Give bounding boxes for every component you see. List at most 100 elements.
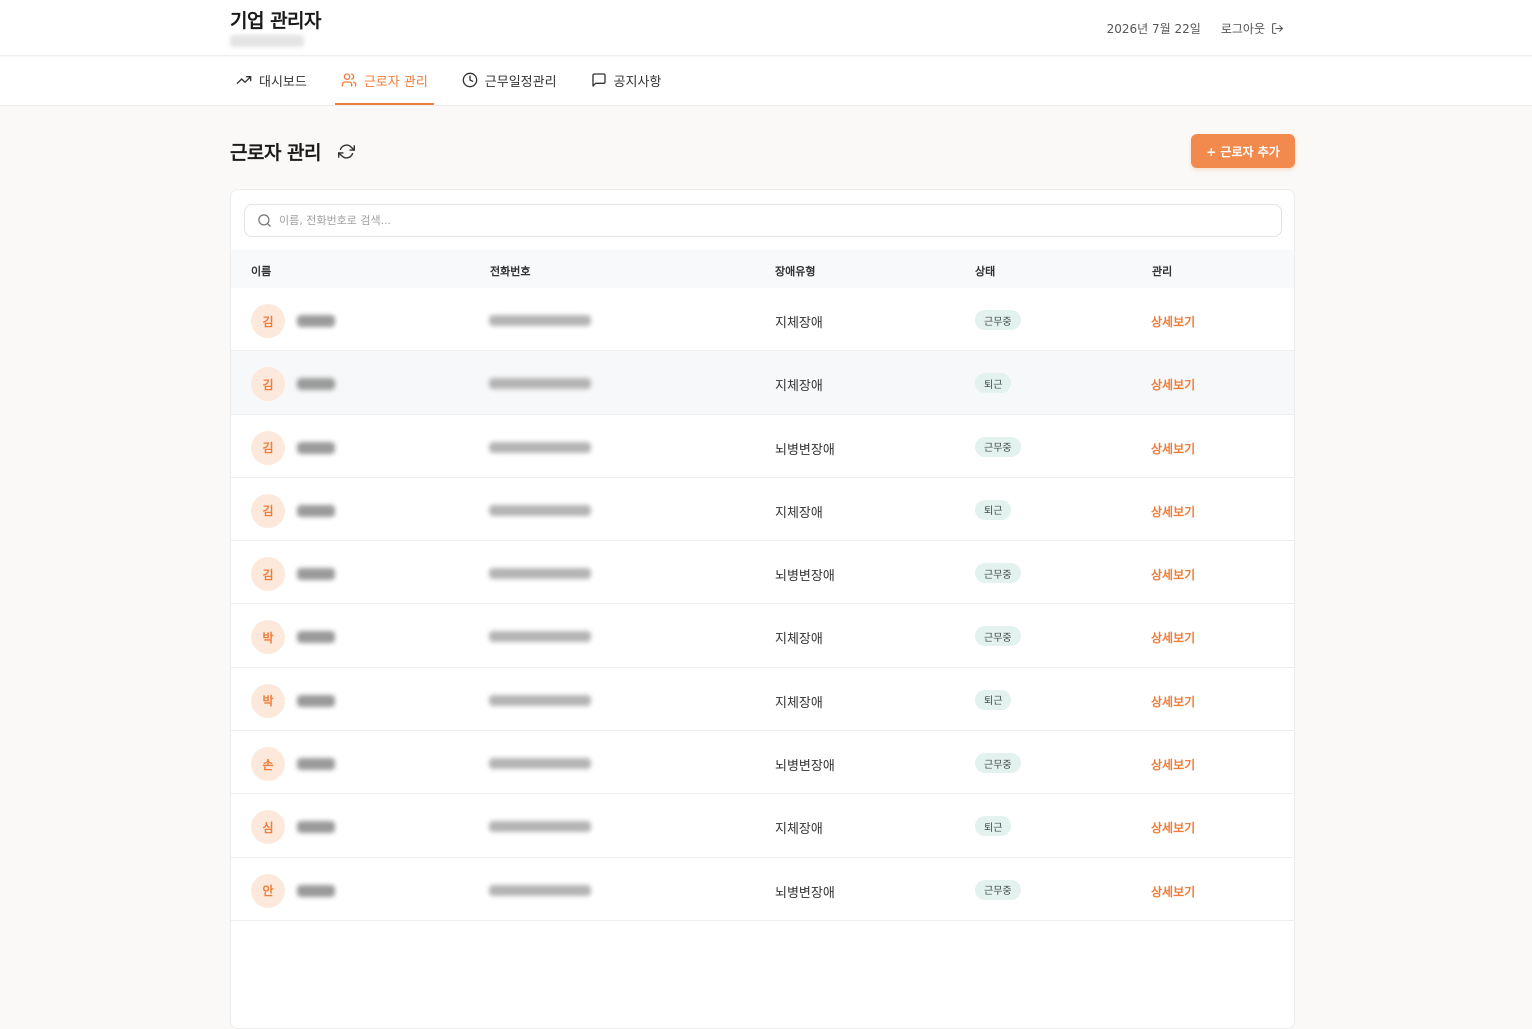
status-badge: 근무중 — [975, 436, 1021, 457]
detail-link[interactable]: 상세보기 — [1151, 440, 1195, 457]
status-badge: 퇴근 — [975, 499, 1012, 520]
clock-icon — [462, 72, 478, 88]
detail-link[interactable]: 상세보기 — [1151, 693, 1195, 710]
avatar: 박 — [251, 620, 285, 655]
disability-type: 지체장애 — [775, 632, 823, 648]
worker-name-redacted — [297, 441, 335, 454]
worker-name-redacted — [297, 758, 335, 771]
worker-name-redacted — [297, 821, 335, 834]
table-row: 안 뇌병변장애 근무중 상세보기 — [231, 857, 1294, 921]
detail-link[interactable]: 상세보기 — [1151, 376, 1195, 393]
refresh-button[interactable] — [338, 143, 355, 164]
detail-link[interactable]: 상세보기 — [1151, 629, 1195, 646]
worker-name-redacted — [297, 504, 335, 517]
top-header: 기업 관리자 2026년 7월 22일 로그아웃 — [0, 0, 1532, 56]
column-header-actions: 관리 — [1152, 265, 1173, 278]
status-badge: 근무중 — [975, 626, 1021, 647]
header-right: 2026년 7월 22일 로그아웃 — [1107, 20, 1284, 37]
search-box[interactable] — [244, 204, 1282, 237]
search-input[interactable] — [279, 214, 1179, 227]
logout-icon — [1272, 23, 1283, 34]
table-row: 박 지체장애 근무중 상세보기 — [231, 604, 1294, 668]
table-row: 김 지체장애 근무중 상세보기 — [231, 288, 1294, 352]
worker-name-redacted — [297, 378, 335, 391]
table-row: 김 뇌병변장애 근무중 상세보기 — [231, 414, 1294, 478]
tab-label: 공지사항 — [613, 74, 662, 90]
tab-label: 근로자 관리 — [363, 74, 428, 90]
worker-name-redacted — [297, 694, 335, 707]
detail-link[interactable]: 상세보기 — [1151, 883, 1195, 900]
column-header-name: 이름 — [251, 265, 272, 278]
table-row: 손 뇌병변장애 근무중 상세보기 — [231, 731, 1294, 795]
detail-link[interactable]: 상세보기 — [1151, 313, 1195, 330]
avatar: 김 — [251, 367, 285, 402]
phone-redacted — [489, 631, 591, 643]
phone-redacted — [489, 441, 591, 453]
table-row: 심 지체장애 퇴근 상세보기 — [231, 794, 1294, 858]
disability-type: 지체장애 — [775, 316, 823, 331]
status-badge: 근무중 — [975, 753, 1021, 774]
tab-worker-management[interactable]: 근로자 관리 — [334, 57, 434, 105]
table-row: 김 지체장애 퇴근 상세보기 — [231, 477, 1294, 542]
phone-redacted — [489, 694, 591, 706]
status-badge: 근무중 — [975, 310, 1021, 330]
detail-link[interactable]: 상세보기 — [1151, 566, 1195, 583]
disability-type: 지체장애 — [775, 822, 823, 838]
phone-redacted — [489, 568, 591, 580]
company-name-redacted — [230, 35, 304, 47]
logout-label: 로그아웃 — [1220, 22, 1265, 36]
message-square-icon — [591, 73, 606, 87]
worker-table-card: 이름 전화번호 장애유형 상태 관리 김 지체장애 근무중 상세보기 김 지체장… — [230, 189, 1295, 1029]
phone-redacted — [489, 758, 591, 770]
avatar: 김 — [251, 430, 285, 465]
tab-schedule[interactable]: 근무일정관리 — [456, 57, 563, 105]
detail-link[interactable]: 상세보기 — [1151, 819, 1195, 836]
table-row: 김 뇌병변장애 근무중 상세보기 — [231, 541, 1294, 605]
avatar: 김 — [251, 493, 285, 528]
phone-redacted — [489, 821, 591, 833]
tab-label: 대시보드 — [259, 74, 307, 90]
trending-up-icon — [236, 76, 252, 84]
disability-type: 지체장애 — [775, 695, 823, 711]
brand: 기업 관리자 — [230, 6, 322, 47]
refresh-icon — [338, 144, 355, 159]
current-date: 2026년 7월 22일 — [1106, 22, 1201, 36]
worker-name-redacted — [297, 315, 335, 327]
table-row: 박 지체장애 퇴근 상세보기 — [231, 667, 1294, 732]
phone-redacted — [489, 378, 591, 390]
detail-link[interactable]: 상세보기 — [1151, 756, 1195, 773]
status-badge: 퇴근 — [975, 373, 1012, 394]
avatar: 김 — [251, 557, 285, 592]
column-header-disability-type: 장애유형 — [775, 265, 816, 278]
logout-button[interactable]: 로그아웃 — [1221, 20, 1284, 37]
search-icon — [258, 214, 271, 227]
tab-notices[interactable]: 공지사항 — [585, 57, 668, 105]
disability-type: 지체장애 — [775, 379, 823, 395]
disability-type: 뇌병변장애 — [775, 759, 835, 775]
main-nav: 대시보드 근로자 관리 근무일정관리 공지사항 — [0, 57, 1532, 106]
tab-dashboard[interactable]: 대시보드 — [230, 57, 313, 105]
column-header-phone: 전화번호 — [490, 265, 531, 278]
worker-name-redacted — [297, 568, 335, 581]
users-icon — [341, 73, 357, 87]
table-row: 김 지체장애 퇴근 상세보기 — [231, 351, 1294, 415]
table-header: 이름 전화번호 장애유형 상태 관리 — [231, 250, 1294, 288]
disability-type: 뇌병변장애 — [775, 569, 835, 585]
add-worker-button[interactable]: + 근로자 추가 — [1191, 134, 1295, 168]
status-badge: 근무중 — [975, 879, 1021, 900]
disability-type: 지체장애 — [775, 505, 823, 521]
app-title: 기업 관리자 — [230, 10, 322, 32]
phone-redacted — [489, 884, 591, 896]
avatar: 박 — [251, 683, 285, 718]
avatar: 안 — [251, 873, 285, 908]
table-body: 김 지체장애 근무중 상세보기 김 지체장애 퇴근 상세보기 김 뇌병변장애 근… — [231, 288, 1294, 921]
status-badge: 근무중 — [975, 563, 1021, 584]
avatar: 김 — [251, 304, 285, 338]
page-title: 근로자 관리 — [230, 142, 322, 164]
detail-link[interactable]: 상세보기 — [1151, 503, 1195, 520]
disability-type: 뇌병변장애 — [775, 442, 835, 458]
tab-label: 근무일정관리 — [484, 74, 557, 90]
page-title-row: 근로자 관리 + 근로자 추가 — [230, 134, 1295, 170]
worker-name-redacted — [297, 884, 335, 897]
avatar: 손 — [251, 747, 285, 782]
